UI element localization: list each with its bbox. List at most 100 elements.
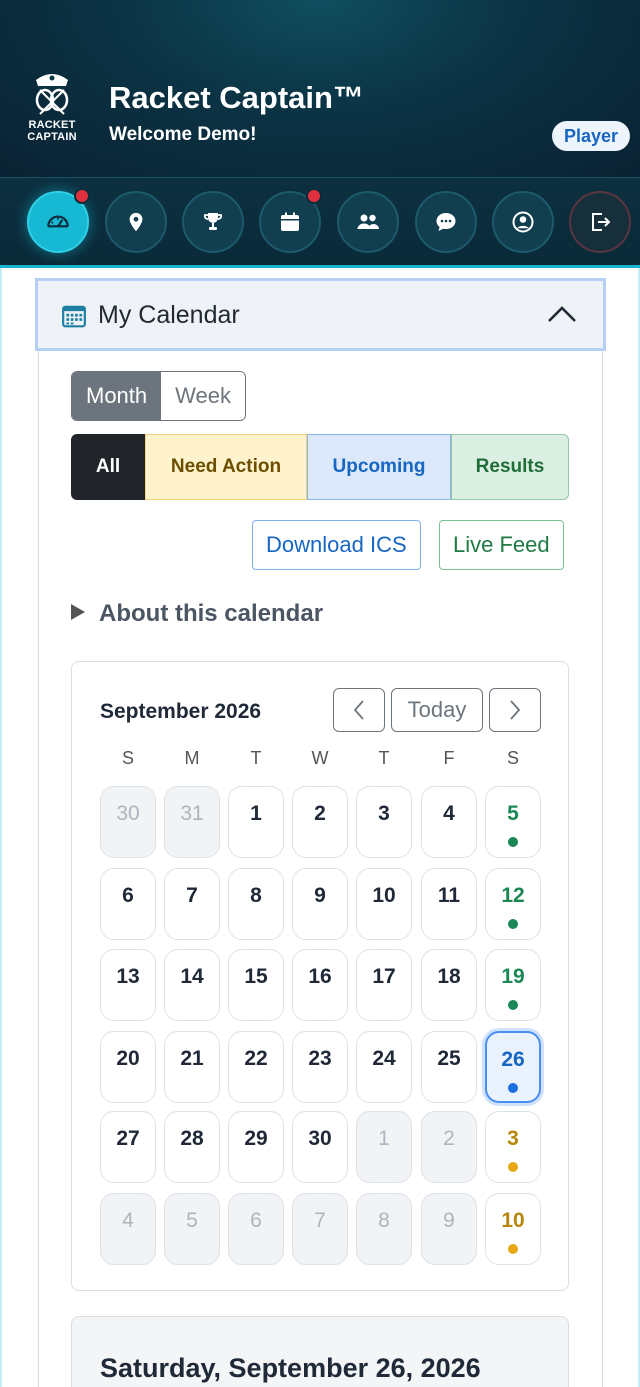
today-button[interactable]: Today [391,688,483,732]
calendar-day[interactable]: 4 [421,786,477,858]
calendar-day[interactable]: 12 [485,868,541,940]
next-month-button[interactable] [489,688,541,732]
left-edge-line [0,268,2,1387]
day-number: 15 [244,965,268,988]
day-number: 4 [443,802,455,825]
nav-teams-button[interactable] [337,191,399,253]
captain-logo-icon [35,74,69,115]
filter-results-button[interactable]: Results [451,434,569,500]
day-number: 12 [501,884,525,907]
calendar-day[interactable]: 10 [485,1193,541,1265]
calendar-section-header[interactable]: My Calendar [35,278,606,351]
calendar-day[interactable]: 23 [292,1031,348,1103]
nav-locations-button[interactable] [105,191,167,253]
event-dot [508,1083,518,1093]
event-dot [508,837,518,847]
calendar-day[interactable]: 18 [421,949,477,1021]
calendar-day[interactable]: 3 [356,786,412,858]
day-number: 14 [180,965,204,988]
calendar-day[interactable]: 31 [164,786,220,858]
calendar-day[interactable]: 10 [356,868,412,940]
calendar-day[interactable]: 3 [485,1111,541,1183]
calendar-day[interactable]: 20 [100,1031,156,1103]
weekday-label: S [506,748,519,768]
calendar-day[interactable]: 27 [100,1111,156,1183]
calendar-day[interactable]: 21 [164,1031,220,1103]
weekday-label: F [443,748,455,768]
logout-icon [592,213,611,231]
month-label: September 2026 [100,700,262,723]
calendar-day-selected[interactable]: 26 [485,1031,541,1103]
day-number: 3 [507,1127,519,1150]
day-number: 7 [314,1209,326,1232]
download-ics-button[interactable]: Download ICS [252,520,421,570]
calendar-day[interactable]: 28 [164,1111,220,1183]
calendar-day[interactable]: 14 [164,949,220,1021]
main-nav [0,177,640,268]
calendar-day[interactable]: 11 [421,868,477,940]
calendar-day[interactable]: 6 [228,1193,284,1265]
day-number: 31 [180,802,204,825]
calendar-day[interactable]: 8 [356,1193,412,1265]
calendar-day[interactable]: 4 [100,1193,156,1265]
calendar-day[interactable]: 6 [100,868,156,940]
filter-all-button[interactable]: All [71,434,145,500]
calendar-icon [281,212,299,231]
weekday-label: S [121,748,134,768]
user-circle-icon [512,211,534,233]
calendar-day[interactable]: 30 [292,1111,348,1183]
event-dot [508,1000,518,1010]
day-number: 16 [308,965,332,988]
nav-dashboard-button[interactable] [27,188,90,253]
calendar-day[interactable]: 30 [100,786,156,858]
chevron-up-icon[interactable] [547,303,577,325]
calendar-day[interactable]: 16 [292,949,348,1021]
nav-profile-button[interactable] [492,191,554,253]
day-number: 9 [443,1209,455,1232]
day-number: 5 [186,1209,198,1232]
filter-need-action-button[interactable]: Need Action [145,434,307,500]
day-number: 6 [122,884,134,907]
calendar-day[interactable]: 5 [164,1193,220,1265]
calendar-day[interactable]: 9 [292,868,348,940]
calendar-day[interactable]: 22 [228,1031,284,1103]
calendar-day[interactable]: 13 [100,949,156,1021]
calendar-day[interactable]: 1 [228,786,284,858]
nav-messages-button[interactable] [415,191,477,253]
about-calendar-toggle[interactable]: About this calendar [71,600,323,628]
weekday-label: T [378,748,390,768]
day-number: 2 [314,802,326,825]
calendar-day[interactable]: 8 [228,868,284,940]
day-number: 2 [443,1127,455,1150]
calendar-day[interactable]: 24 [356,1031,412,1103]
nav-leagues-button[interactable] [182,191,244,253]
calendar-day[interactable]: 9 [421,1193,477,1265]
calendar-day[interactable]: 25 [421,1031,477,1103]
speedometer-icon [47,215,69,228]
calendar-day[interactable]: 5 [485,786,541,858]
day-number: 29 [244,1127,268,1150]
calendar-day[interactable]: 7 [164,868,220,940]
nav-calendar-button[interactable] [259,188,322,253]
calendar-day[interactable]: 19 [485,949,541,1021]
previous-month-button[interactable] [333,688,385,732]
people-icon [357,214,379,229]
calendar-day[interactable]: 2 [421,1111,477,1183]
calendar-day[interactable]: 2 [292,786,348,858]
disclosure-triangle-icon [71,604,85,620]
month-view-button[interactable]: Month [72,372,162,420]
calendar-day[interactable]: 15 [228,949,284,1021]
week-view-button[interactable]: Week [161,372,245,420]
trophy-icon [203,213,223,230]
calendar-day[interactable]: 29 [228,1111,284,1183]
calendar-day[interactable]: 17 [356,949,412,1021]
live-feed-button[interactable]: Live Feed [439,520,564,570]
day-number: 10 [372,884,396,907]
app-header: RACKET CAPTAIN Racket Captain™ Welcome D… [0,0,640,177]
filter-upcoming-button[interactable]: Upcoming [307,434,451,500]
calendar-day[interactable]: 1 [356,1111,412,1183]
calendar-day[interactable]: 7 [292,1193,348,1265]
month-calendar: September 2026 Today SMTWTFS 30 31 1 2 3 4 5 6 7… [71,661,569,1291]
day-number: 22 [244,1047,268,1070]
nav-logout-button[interactable] [569,191,631,253]
